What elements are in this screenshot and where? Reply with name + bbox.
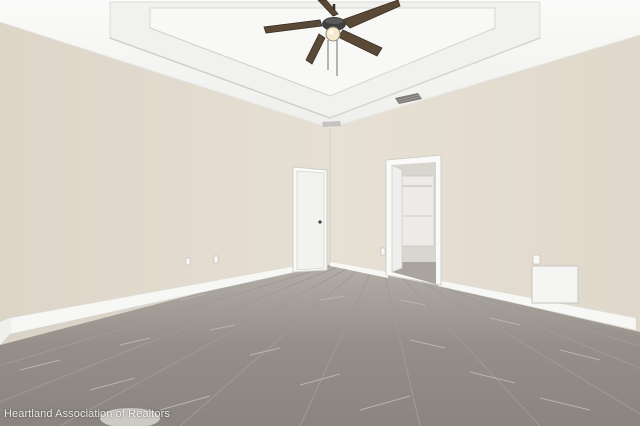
watermark: Heartland Association of Realtors <box>4 408 170 420</box>
left-end-baseboard <box>0 318 10 345</box>
open-door-leaf <box>391 164 403 273</box>
small-vent <box>322 121 341 127</box>
outlet-icon <box>532 254 541 265</box>
return-air-panel <box>531 265 579 304</box>
door-knob-icon[interactable] <box>318 220 322 224</box>
outlet-icon <box>185 257 191 266</box>
light-globe-icon <box>325 26 341 42</box>
room-illustration <box>0 0 640 426</box>
room-photo: Heartland Association of Realtors <box>0 0 640 426</box>
outlet-icon <box>380 247 386 256</box>
outlet-icon <box>213 255 219 264</box>
